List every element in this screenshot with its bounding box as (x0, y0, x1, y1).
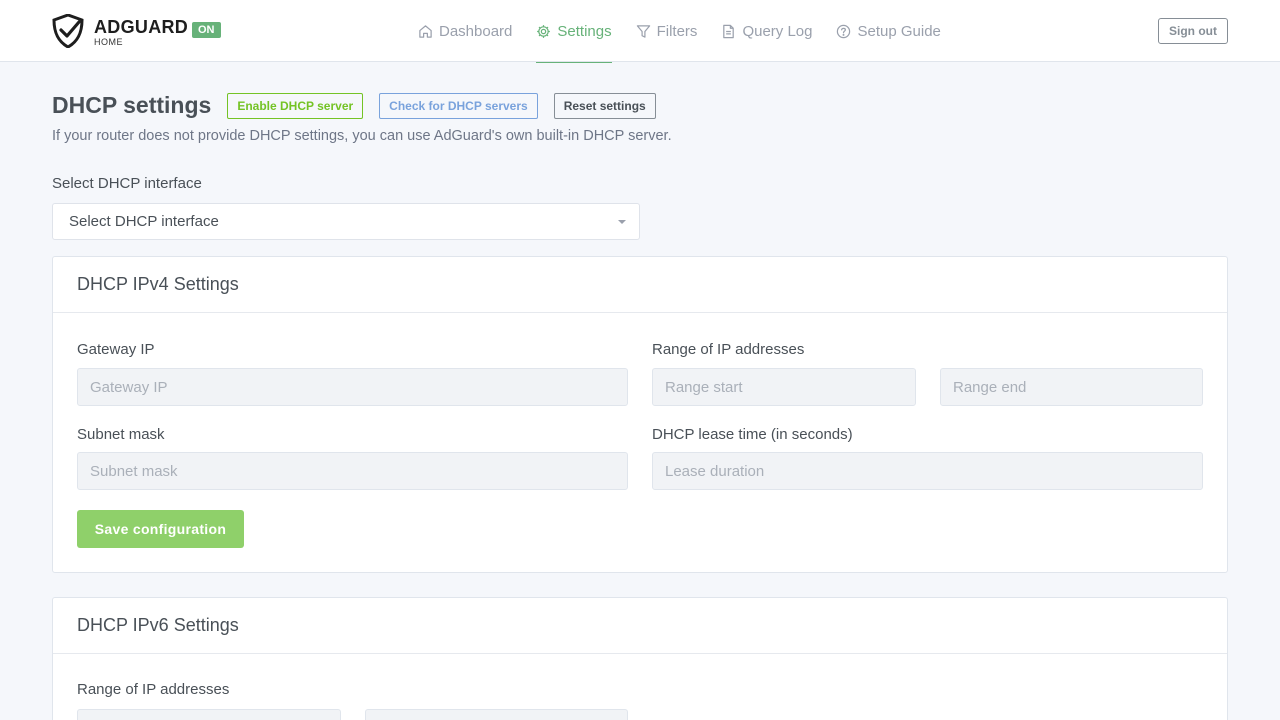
nav-setup-guide-label: Setup Guide (857, 22, 941, 40)
home-icon (419, 24, 432, 38)
subnet-mask-label: Subnet mask (77, 426, 165, 443)
lease-duration-input[interactable] (652, 452, 1203, 490)
ipv4-settings-card: DHCP IPv4 Settings Gateway IP Range of I… (52, 256, 1228, 573)
ipv6-range-start-input[interactable] (77, 709, 341, 720)
brand-subtitle: HOME (94, 37, 123, 47)
ipv6-card-title: DHCP IPv6 Settings (53, 598, 1227, 654)
reset-settings-button[interactable]: Reset settings (553, 92, 656, 119)
save-configuration-button[interactable]: Save configuration (77, 510, 244, 548)
nav-filters-label: Filters (656, 22, 698, 40)
nav-setup-guide[interactable]: Setup Guide (836, 0, 941, 62)
adguard-logo[interactable]: ADGUARD HOME ON (52, 14, 221, 48)
ipv4-card-title: DHCP IPv4 Settings (53, 257, 1227, 313)
interface-select-value: Select DHCP interface (69, 213, 219, 230)
document-icon (723, 24, 735, 38)
top-header: ADGUARD HOME ON Dashboard Settings Filte… (0, 0, 1280, 63)
nav-dashboard-label: Dashboard (439, 22, 513, 40)
sign-out-button[interactable]: Sign out (1158, 18, 1228, 44)
help-circle-icon (837, 24, 851, 38)
chevron-down-icon (618, 220, 626, 224)
range-end-input[interactable] (940, 368, 1203, 406)
ipv6-range-label: Range of IP addresses (77, 681, 230, 698)
nav-settings[interactable]: Settings (536, 0, 612, 63)
ipv6-settings-card: DHCP IPv6 Settings Range of IP addresses (52, 597, 1228, 720)
ipv6-range-end-input[interactable] (365, 709, 628, 720)
interface-label: Select DHCP interface (52, 175, 202, 192)
nav-query-log[interactable]: Query Log (721, 0, 812, 62)
main-nav: Dashboard Settings Filters Query Log Set… (418, 0, 965, 63)
check-dhcp-button[interactable]: Check for DHCP servers (379, 92, 538, 119)
gateway-ip-label: Gateway IP (77, 341, 155, 358)
interface-select[interactable]: Select DHCP interface (52, 203, 640, 240)
nav-filters[interactable]: Filters (636, 0, 698, 62)
nav-query-log-label: Query Log (742, 22, 813, 40)
brand-name: ADGUARD (94, 17, 189, 37)
page-title-row: DHCP settings Enable DHCP server Check f… (52, 92, 656, 119)
gear-icon (537, 24, 551, 38)
protection-status-badge: ON (192, 22, 221, 38)
enable-dhcp-button[interactable]: Enable DHCP server (227, 92, 364, 119)
page-title: DHCP settings (52, 92, 212, 118)
lease-time-label: DHCP lease time (in seconds) (652, 426, 853, 443)
page-description: If your router does not provide DHCP set… (52, 128, 672, 144)
nav-dashboard[interactable]: Dashboard (418, 0, 512, 62)
subnet-mask-input[interactable] (77, 452, 628, 490)
filter-icon (636, 24, 650, 38)
nav-settings-label: Settings (557, 22, 612, 40)
gateway-ip-input[interactable] (77, 368, 628, 406)
range-label: Range of IP addresses (652, 341, 805, 358)
shield-check-icon (52, 14, 84, 48)
range-start-input[interactable] (652, 368, 916, 406)
